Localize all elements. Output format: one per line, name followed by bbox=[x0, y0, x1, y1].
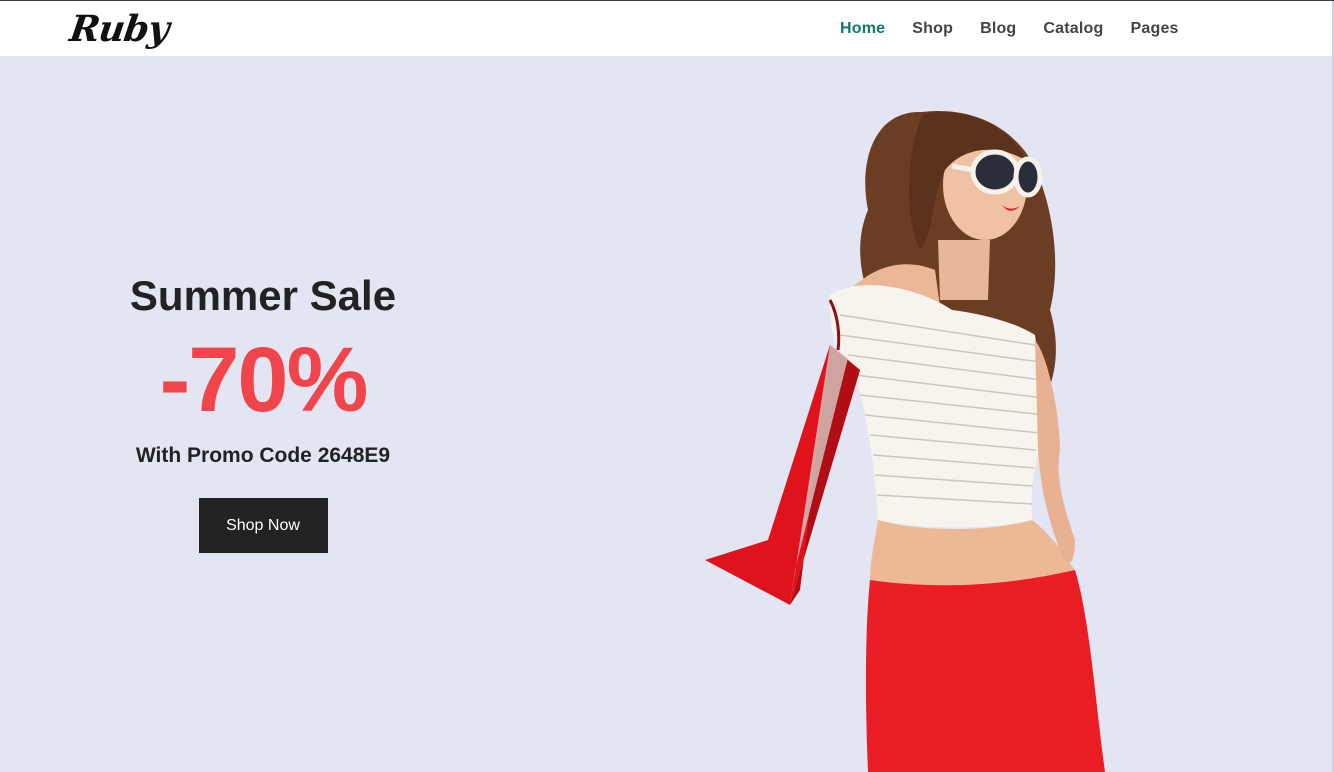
promo-code-text: With Promo Code 2648E9 bbox=[135, 444, 391, 467]
site-header: Ruby Home Shop Blog Catalog Pages bbox=[0, 1, 1334, 56]
shop-now-button[interactable]: Shop Now bbox=[198, 498, 328, 553]
midriff-shape bbox=[870, 520, 1075, 586]
hero-title: Summer Sale bbox=[129, 272, 397, 319]
nav-item-home[interactable]: Home bbox=[840, 1, 885, 56]
main-nav: Home Shop Blog Catalog Pages bbox=[840, 1, 1206, 56]
nav-item-blog[interactable]: Blog bbox=[980, 1, 1016, 56]
nav-item-catalog[interactable]: Catalog bbox=[1043, 1, 1103, 56]
nav-item-pages[interactable]: Pages bbox=[1131, 1, 1179, 56]
brand-logo[interactable]: Ruby bbox=[67, 5, 171, 53]
sunglasses-right-lens bbox=[1013, 156, 1043, 198]
sunglasses-left-lens bbox=[970, 149, 1020, 195]
red-pants-shape bbox=[865, 570, 1105, 772]
neck-shape bbox=[938, 240, 990, 300]
discount-value: -70% bbox=[159, 329, 369, 431]
hero-image bbox=[705, 110, 1105, 772]
hero-content: Summer Sale -70% With Promo Code 2648E9 … bbox=[100, 270, 426, 553]
nav-item-shop[interactable]: Shop bbox=[912, 1, 953, 56]
